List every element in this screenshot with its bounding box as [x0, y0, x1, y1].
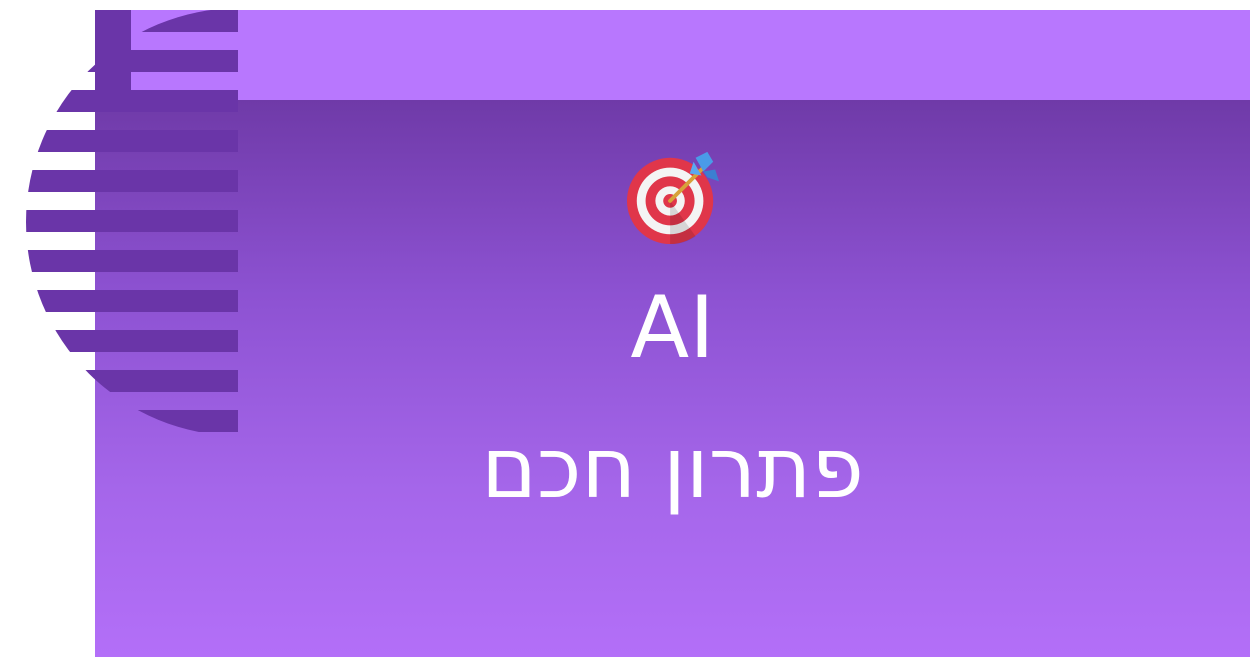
- slide-content: AI פתרון חכם: [95, 100, 1250, 657]
- top-band: [130, 10, 1250, 100]
- slide-title: AI: [630, 278, 715, 378]
- slide-subtitle: פתרון חכם: [481, 419, 864, 517]
- slide-canvas: AI פתרון חכם: [0, 0, 1250, 657]
- target-dart-icon: [626, 151, 719, 245]
